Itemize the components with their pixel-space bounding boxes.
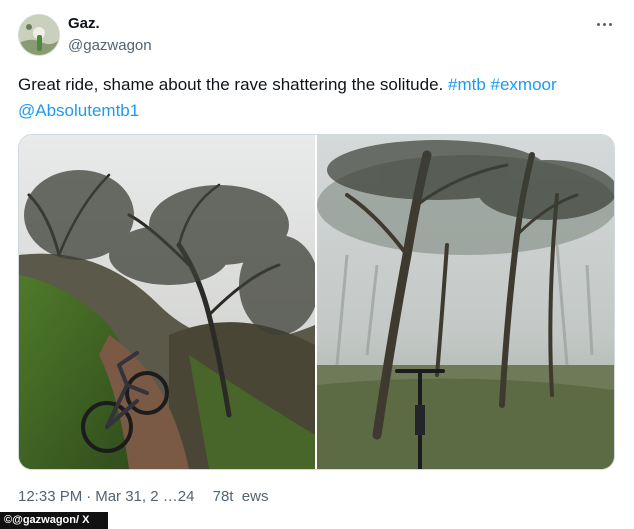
photo-misty-forest[interactable] — [317, 135, 614, 469]
view-count: 78t ews — [212, 488, 269, 505]
meta-separator: · — [86, 488, 92, 505]
avatar-photo-icon — [19, 15, 59, 55]
tweet-metadata: 12:33 PM · Mar 31, 2 …24 78t ews — [18, 488, 268, 505]
hashtag-exmoor[interactable]: #exmoor — [491, 75, 557, 94]
more-dots-icon — [596, 22, 600, 26]
mention-absolutemtb1[interactable]: @Absolutemtb1 — [18, 101, 139, 120]
tweet-text: Great ride, shame about the rave shatter… — [18, 72, 618, 124]
tweet-body: Great ride, shame about the rave shatter… — [18, 75, 448, 94]
media-grid — [18, 134, 615, 470]
more-options-button[interactable] — [592, 14, 616, 34]
avatar[interactable] — [18, 14, 60, 56]
user-handle[interactable]: @gazwagon — [68, 37, 152, 54]
source-credit: ©@gazwagon/ X — [0, 512, 108, 529]
tweet-card: Gaz. @gazwagon Great ride, shame about t… — [0, 0, 634, 529]
display-name[interactable]: Gaz. — [68, 15, 100, 32]
hashtag-mtb[interactable]: #mtb — [448, 75, 486, 94]
photo-hillside-trail[interactable] — [19, 135, 315, 469]
tweet-date[interactable]: Mar 31, 2 …24 — [95, 488, 194, 505]
tweet-time[interactable]: 12:33 PM — [18, 488, 82, 505]
